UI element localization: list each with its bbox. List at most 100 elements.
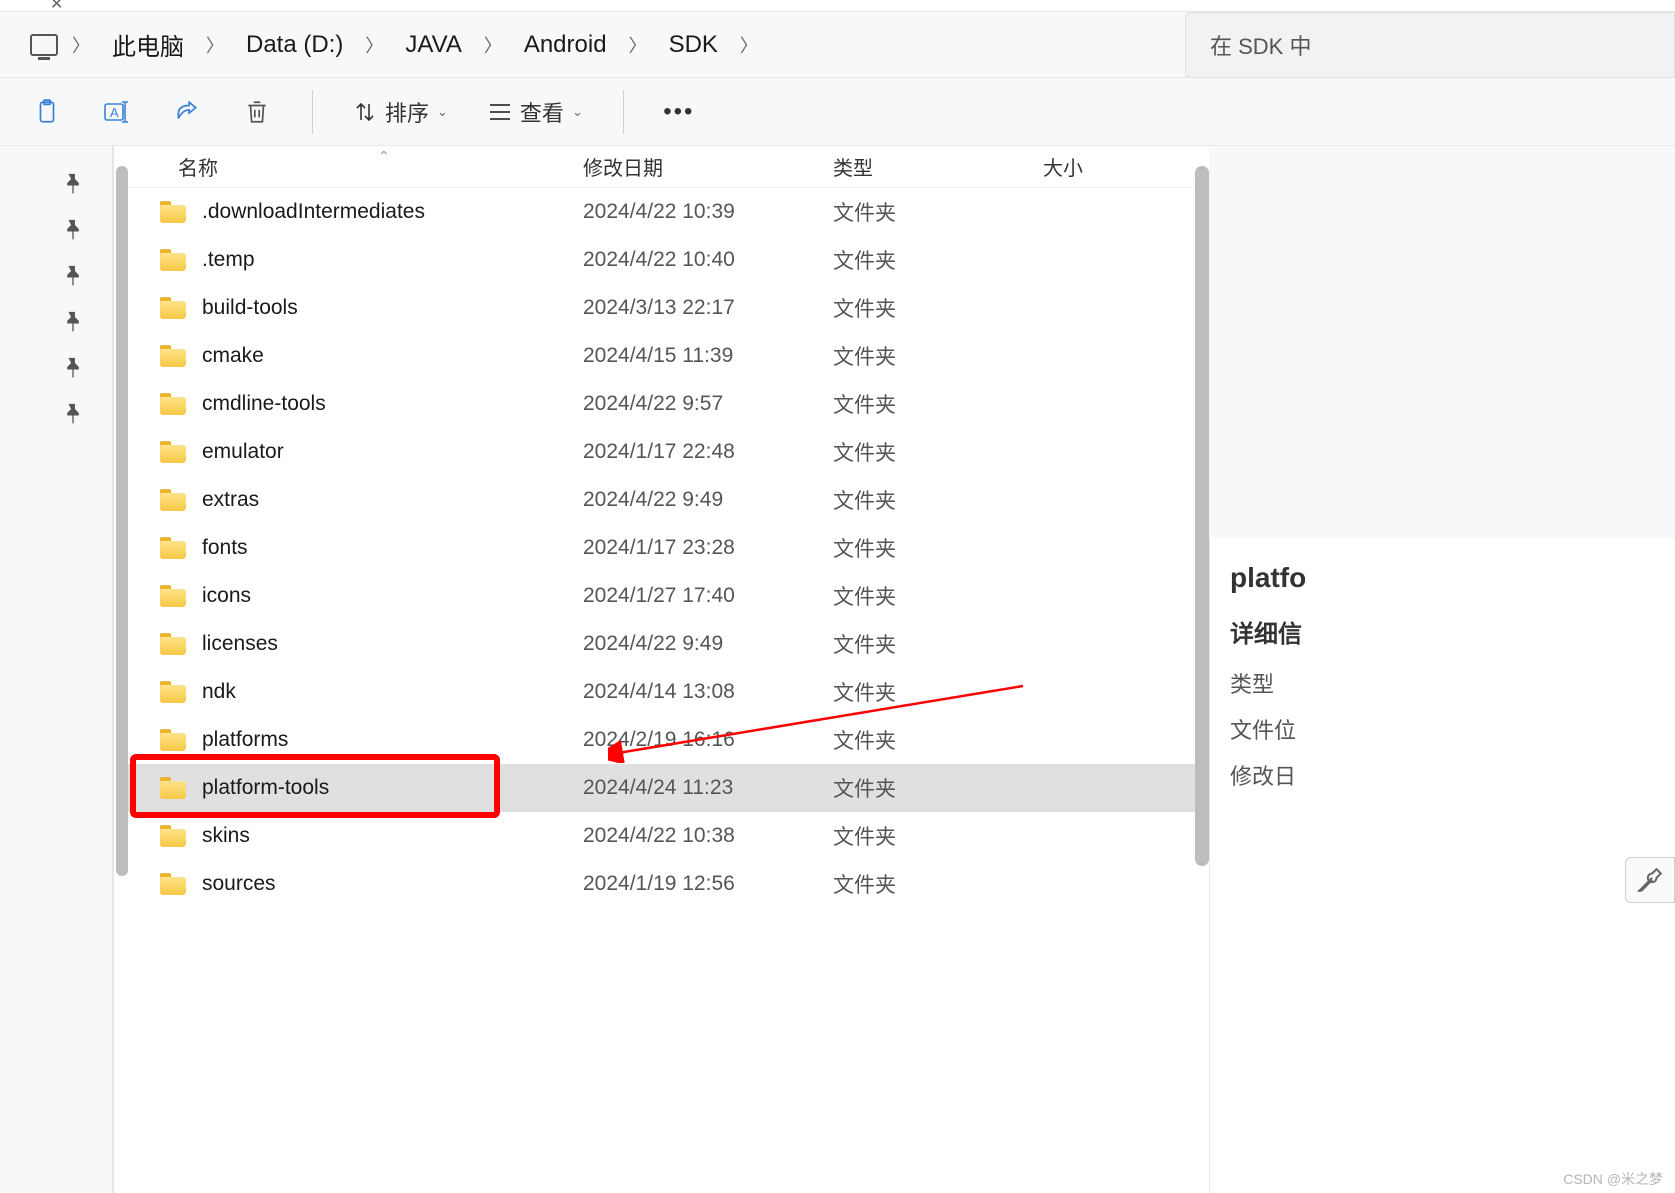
sort-button[interactable]: 排序 ⌄ xyxy=(353,96,448,128)
file-name-cell: fonts xyxy=(128,536,583,560)
file-type: 文件夹 xyxy=(833,389,1043,419)
folder-icon xyxy=(160,489,186,511)
chevron-right-icon: 〉 xyxy=(66,32,96,58)
file-date: 2024/1/17 22:48 xyxy=(583,440,833,464)
properties-button[interactable] xyxy=(1625,857,1675,903)
pin-icon[interactable] xyxy=(57,395,88,426)
more-options-icon[interactable]: ••• xyxy=(664,97,694,127)
share-icon[interactable] xyxy=(172,97,202,127)
file-row[interactable]: skins2024/4/22 10:38文件夹 xyxy=(128,812,1209,860)
folder-icon xyxy=(160,633,186,655)
file-name-cell: extras xyxy=(128,488,583,512)
file-row[interactable]: licenses2024/4/22 9:49文件夹 xyxy=(128,620,1209,668)
folder-icon xyxy=(160,249,186,271)
details-row-type: 类型 xyxy=(1230,667,1675,699)
file-name: sources xyxy=(202,872,276,896)
folder-icon xyxy=(160,297,186,319)
file-name: platforms xyxy=(202,728,288,752)
file-row[interactable]: sources2024/1/19 12:56文件夹 xyxy=(128,860,1209,908)
column-headers[interactable]: 名称 ⌃ 修改日期 类型 大小 xyxy=(128,146,1209,188)
file-name: .downloadIntermediates xyxy=(202,200,425,224)
file-row[interactable]: platform-tools2024/4/24 11:23文件夹 xyxy=(128,764,1209,812)
computer-icon[interactable] xyxy=(30,34,58,56)
file-date: 2024/3/13 22:17 xyxy=(583,296,833,320)
file-name-cell: platforms xyxy=(128,728,583,752)
file-row[interactable]: platforms2024/2/19 16:16文件夹 xyxy=(128,716,1209,764)
file-date: 2024/1/19 12:56 xyxy=(583,872,833,896)
chevron-right-icon: 〉 xyxy=(200,32,230,58)
details-section-title: 详细信 xyxy=(1230,614,1675,649)
pin-icon[interactable] xyxy=(57,211,88,242)
file-name: cmake xyxy=(202,344,264,368)
file-name: ndk xyxy=(202,680,236,704)
file-date: 2024/4/22 10:39 xyxy=(583,200,833,224)
chevron-down-icon: ⌄ xyxy=(437,104,448,120)
breadcrumb-item-android[interactable]: Android xyxy=(516,25,615,65)
file-name-cell: licenses xyxy=(128,632,583,656)
file-name: extras xyxy=(202,488,259,512)
file-name: skins xyxy=(202,824,250,848)
file-row[interactable]: icons2024/1/27 17:40文件夹 xyxy=(128,572,1209,620)
file-type: 文件夹 xyxy=(833,725,1043,755)
tab-close-icon[interactable]: ✕ xyxy=(50,0,63,14)
file-date: 2024/4/24 11:23 xyxy=(583,776,833,800)
folder-icon xyxy=(160,345,186,367)
scrollbar[interactable] xyxy=(116,166,128,876)
file-row[interactable]: cmake2024/4/15 11:39文件夹 xyxy=(128,332,1209,380)
file-row[interactable]: emulator2024/1/17 22:48文件夹 xyxy=(128,428,1209,476)
file-name: fonts xyxy=(202,536,248,560)
file-name-cell: icons xyxy=(128,584,583,608)
file-name-cell: cmake xyxy=(128,344,583,368)
file-row[interactable]: extras2024/4/22 9:49文件夹 xyxy=(128,476,1209,524)
column-type[interactable]: 类型 xyxy=(833,152,1043,181)
file-row[interactable]: build-tools 2024/3/13 22:17文件夹 xyxy=(128,284,1209,332)
column-name[interactable]: 名称 ⌃ xyxy=(128,152,583,181)
tab-bar: ✕ xyxy=(0,0,1675,12)
file-name-cell: emulator xyxy=(128,440,583,464)
file-name: build-tools xyxy=(202,296,298,320)
file-date: 2024/4/22 9:57 xyxy=(583,392,833,416)
breadcrumb-item-java[interactable]: JAVA xyxy=(397,25,469,65)
column-date[interactable]: 修改日期 xyxy=(583,152,833,181)
pin-icon[interactable] xyxy=(57,165,88,196)
view-button[interactable]: 查看 ⌄ xyxy=(488,96,583,128)
folder-icon xyxy=(160,825,186,847)
rename-icon[interactable]: A xyxy=(102,97,132,127)
column-size[interactable]: 大小 xyxy=(1043,152,1193,181)
file-type: 文件夹 xyxy=(833,533,1043,563)
file-type: 文件夹 xyxy=(833,197,1043,227)
breadcrumb-item-sdk[interactable]: SDK xyxy=(661,25,726,65)
breadcrumb-item-computer[interactable]: 此电脑 xyxy=(104,21,192,68)
folder-icon xyxy=(160,585,186,607)
folder-icon xyxy=(160,441,186,463)
file-name-cell: cmdline-tools xyxy=(128,392,583,416)
search-input[interactable]: 在 SDK 中 xyxy=(1185,12,1675,78)
pin-icon[interactable] xyxy=(57,303,88,334)
pin-icon[interactable] xyxy=(57,349,88,380)
file-date: 2024/4/22 9:49 xyxy=(583,632,833,656)
file-row[interactable]: cmdline-tools2024/4/22 9:57文件夹 xyxy=(128,380,1209,428)
file-name: licenses xyxy=(202,632,278,656)
quick-access-sidebar xyxy=(0,146,112,1193)
file-date: 2024/1/27 17:40 xyxy=(583,584,833,608)
file-type: 文件夹 xyxy=(833,341,1043,371)
file-row[interactable]: ndk2024/4/14 13:08文件夹 xyxy=(128,668,1209,716)
file-type: 文件夹 xyxy=(833,293,1043,323)
column-name-label: 名称 xyxy=(178,158,218,180)
breadcrumb-item-drive[interactable]: Data (D:) xyxy=(238,25,351,65)
file-name-cell: build-tools xyxy=(128,296,583,320)
file-name-cell: ndk xyxy=(128,680,583,704)
svg-text:A: A xyxy=(110,105,119,120)
wrench-icon xyxy=(1637,867,1663,893)
clipboard-icon[interactable] xyxy=(32,97,62,127)
list-view-icon xyxy=(488,102,512,122)
file-type: 文件夹 xyxy=(833,773,1043,803)
file-row[interactable]: fonts2024/1/17 23:28文件夹 xyxy=(128,524,1209,572)
file-row[interactable]: .temp2024/4/22 10:40文件夹 xyxy=(128,236,1209,284)
delete-icon[interactable] xyxy=(242,97,272,127)
file-name-cell: .temp xyxy=(128,248,583,272)
scrollbar[interactable] xyxy=(1195,166,1209,866)
pin-icon[interactable] xyxy=(57,257,88,288)
file-date: 2024/4/22 10:38 xyxy=(583,824,833,848)
file-row[interactable]: .downloadIntermediates 2024/4/22 10:39文件夹 xyxy=(128,188,1209,236)
